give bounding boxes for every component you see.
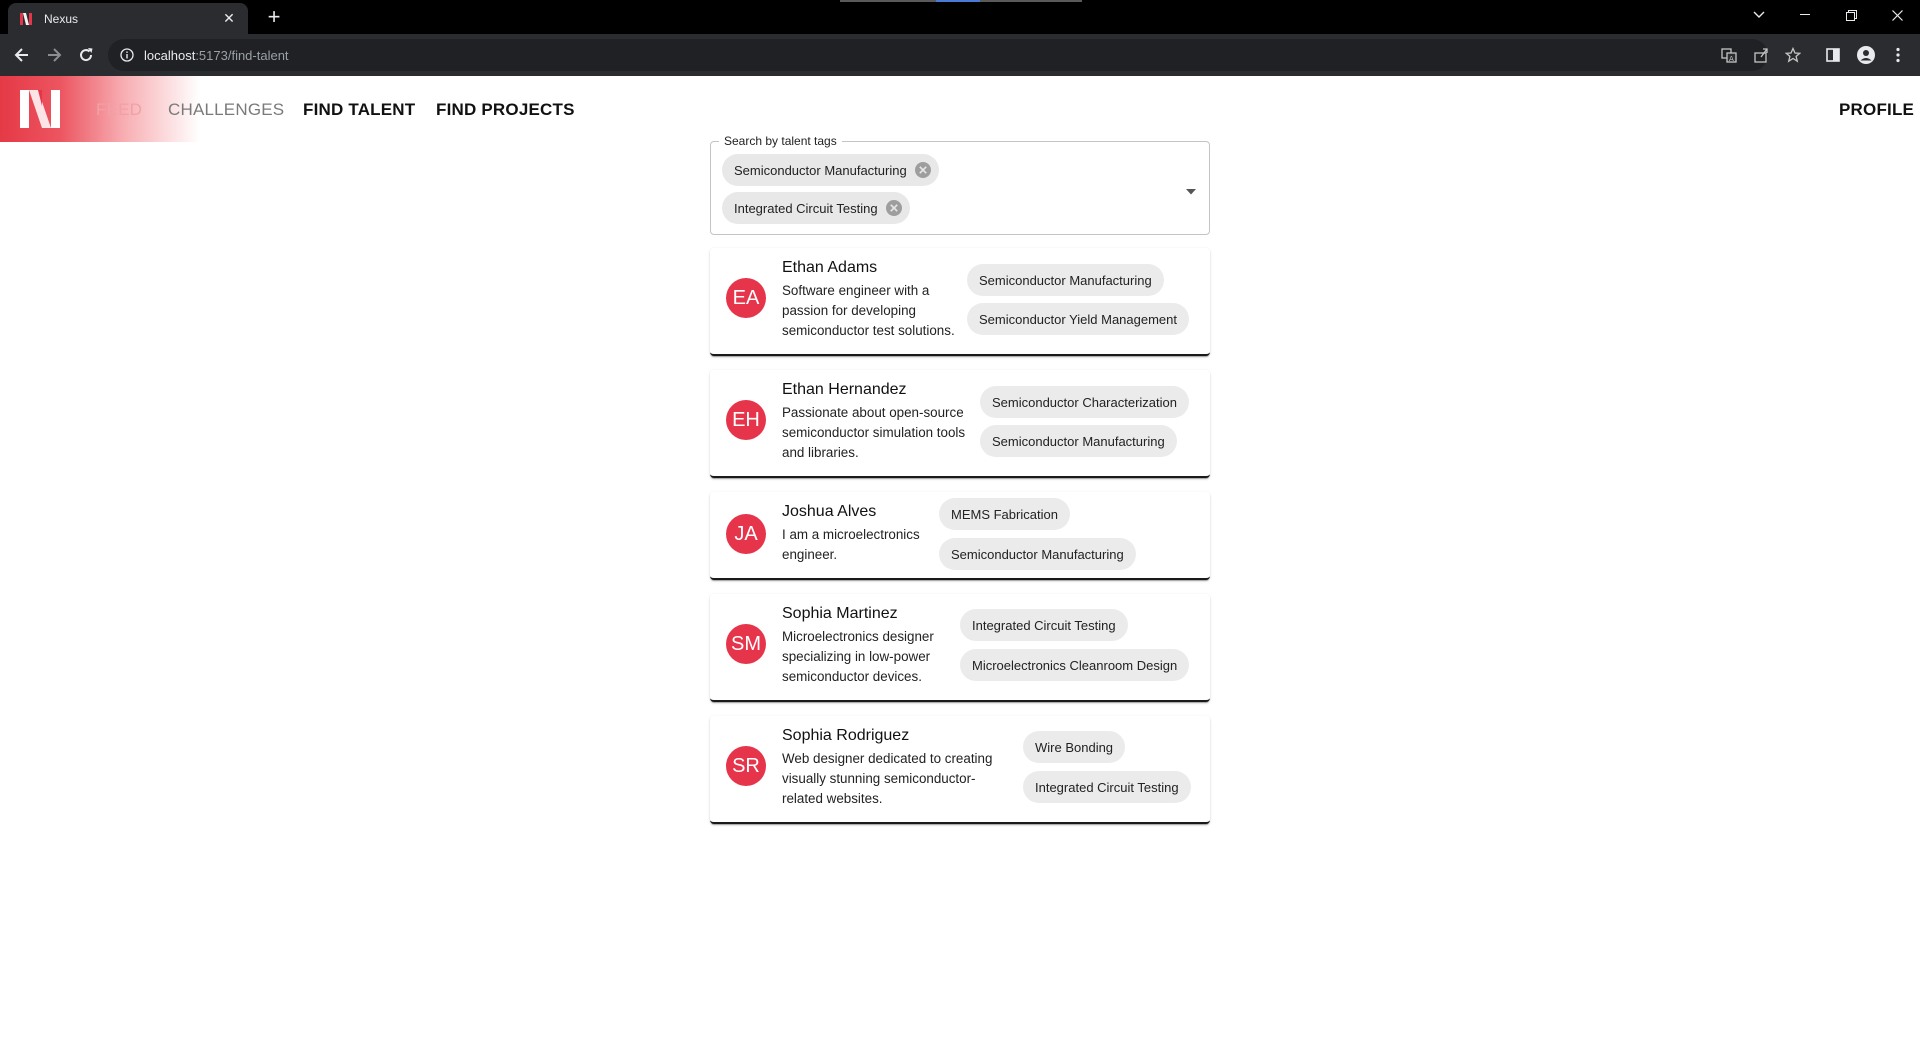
share-icon[interactable] [1751,45,1771,65]
talent-tag-chip[interactable]: Integrated Circuit Testing [960,609,1128,641]
back-icon[interactable] [8,41,36,69]
talent-bio: I am a microelectronics engineer. [782,527,920,562]
reload-icon[interactable] [72,41,100,69]
talent-bio: Microelectronics designer specializing in… [782,629,934,684]
selected-tag-chip[interactable]: Integrated Circuit Testing [722,192,910,224]
talent-tag-chip[interactable]: Semiconductor Yield Management [967,303,1190,335]
close-window-icon[interactable] [1874,0,1920,30]
profile-avatar-icon[interactable] [1856,45,1876,65]
nav-profile[interactable]: PROFILE [1839,100,1914,120]
talent-tag-chip[interactable]: Semiconductor Manufacturing [939,538,1136,570]
nexus-favicon-icon [18,11,34,27]
avatar: SM [726,624,766,664]
nav-challenges[interactable]: CHALLENGES [168,100,284,120]
talent-name: Ethan Adams [782,259,878,276]
bookmark-star-icon[interactable] [1783,45,1803,65]
talent-tag-chip[interactable]: Microelectronics Cleanroom Design [960,649,1190,681]
url-path: :5173/find-talent [195,47,289,63]
talent-bio: Web designer dedicated to creating visual… [782,751,993,806]
avatar: JA [726,514,766,554]
talent-tag-chip[interactable]: Semiconductor Manufacturing [967,264,1164,296]
browser-tab[interactable]: Nexus ✕ [8,3,248,34]
talent-tag-chip[interactable]: MEMS Fabrication [939,498,1070,530]
talent-tag-search[interactable]: Search by talent tags Semiconductor Manu… [710,134,1210,235]
remove-tag-icon[interactable] [884,198,904,218]
new-tab-icon[interactable]: + [262,6,286,30]
talent-card[interactable]: EA Ethan Adams Software engineer with ap… [710,248,1210,356]
talent-bio: Passionate about open-source semiconducto… [782,405,966,460]
talent-name: Sophia Rodriguez [782,727,910,744]
side-panel-icon[interactable] [1823,45,1843,65]
url-host: localhost [144,47,196,63]
address-bar[interactable]: localhost:5173/find-talent [108,39,1768,71]
avatar: EA [726,278,766,318]
site-info-icon[interactable] [118,46,136,64]
tab-title: Nexus [44,11,79,26]
browser-tabstrip: Nexus ✕ + [0,0,1920,34]
talent-name: Sophia Martinez [782,605,898,622]
browser-menu-icon[interactable] [1888,45,1908,65]
browser-toolbar: localhost:5173/find-talent A [0,34,1920,76]
talent-bio: Software engineer with a passion for deve… [782,283,955,338]
tab-search-icon[interactable] [1736,0,1782,30]
search-label: Search by talent tags [719,134,842,148]
talent-tag-chip[interactable]: Integrated Circuit Testing [1023,771,1191,803]
talent-tag-chip[interactable]: Semiconductor Manufacturing [980,425,1177,457]
tabstrip-indicator [840,0,1082,2]
selected-tag-chip[interactable]: Semiconductor Manufacturing [722,154,939,186]
forward-icon[interactable] [40,41,68,69]
app-header: FEED CHALLENGES FIND TALENT FIND PROJECT… [0,76,1920,142]
restore-icon[interactable] [1828,0,1874,30]
talent-tag-chip[interactable]: Wire Bonding [1023,731,1126,763]
talent-card[interactable]: JA Joshua Alves I am a microelectronics e… [710,492,1210,580]
talent-name: Ethan Hernandez [782,381,907,398]
dropdown-arrow-icon[interactable] [1181,182,1201,202]
remove-tag-icon[interactable] [913,160,933,180]
nav-find-talent[interactable]: FIND TALENT [303,100,415,120]
talent-tag-chip[interactable]: Semiconductor Characterization [980,386,1189,418]
nav-feed[interactable]: FEED [96,100,142,120]
talent-card[interactable]: EH Ethan Hernandez Passionate about open… [710,370,1210,478]
avatar: EH [726,400,766,440]
talent-card[interactable]: SM Sophia Martinez Microelectronics desi… [710,594,1210,702]
tab-close-icon[interactable]: ✕ [220,10,238,27]
talent-card[interactable]: SR Sophia Rodriguez Web designer dedicat… [710,716,1210,824]
nexus-logo-icon[interactable] [16,84,64,134]
talent-name: Joshua Alves [782,503,877,520]
nav-find-projects[interactable]: FIND PROJECTS [436,100,575,120]
avatar: SR [726,746,766,786]
svg-text:A: A [1729,55,1734,63]
selected-tag-label: Integrated Circuit Testing [734,200,878,216]
minimize-icon[interactable] [1782,0,1828,30]
selected-tag-label: Semiconductor Manufacturing [734,162,907,178]
translate-icon[interactable]: A [1719,45,1739,65]
